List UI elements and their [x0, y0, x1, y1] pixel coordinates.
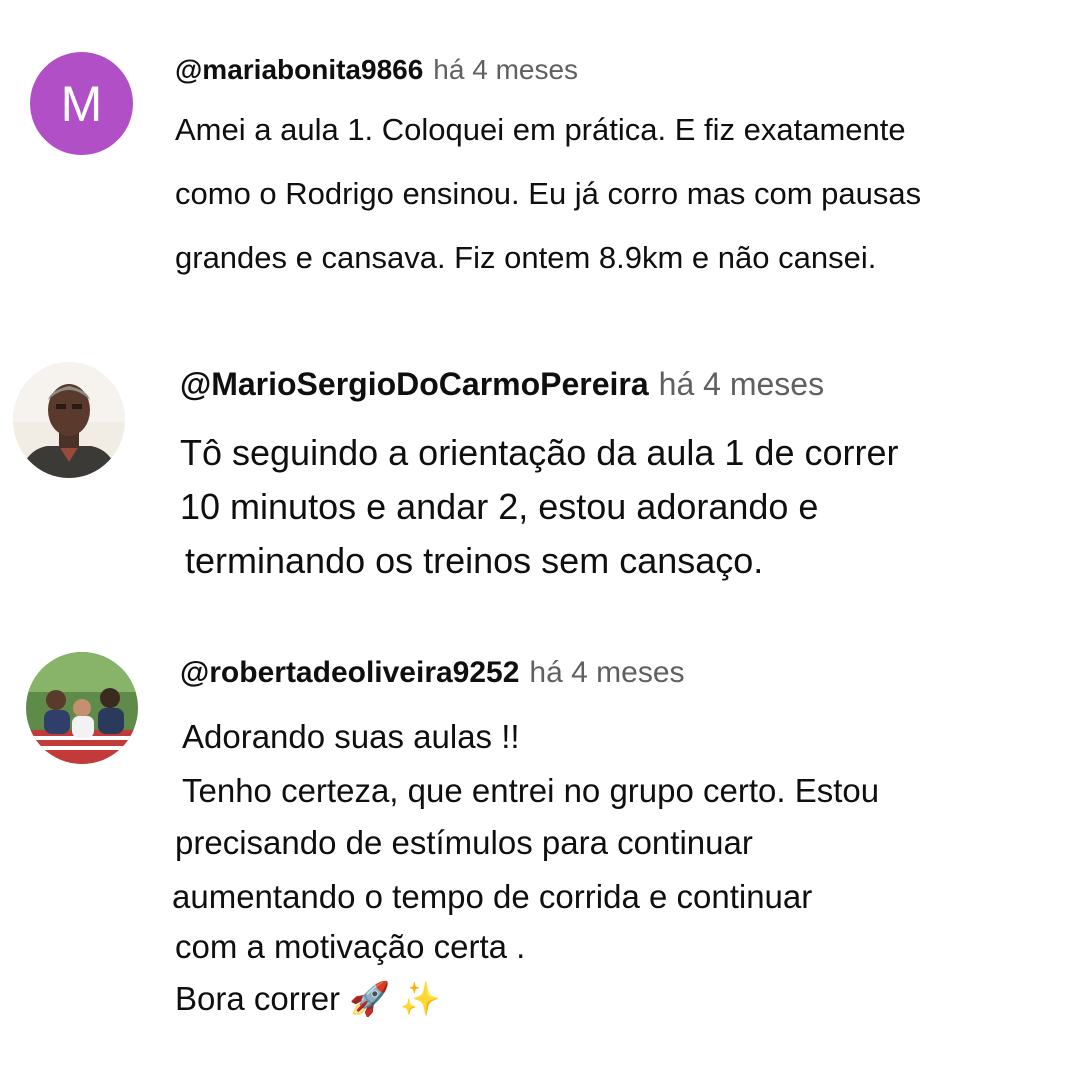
comment-text-line: precisando de estímulos para continuar	[175, 824, 753, 861]
comment-header: @MarioSergioDoCarmoPereira há 4 meses	[180, 366, 824, 403]
comment-text-line: Bora correr 🚀 ✨	[175, 980, 441, 1017]
avatar-photo	[13, 362, 125, 478]
comment-text-line: aumentando o tempo de corrida e continua…	[172, 878, 813, 915]
comment-header: @mariabonita9866 há 4 meses	[175, 54, 578, 86]
comment-text-line: 10 minutos e andar 2, estou adorando e	[180, 486, 819, 527]
comment-text-line: com a motivação certa .	[175, 928, 526, 965]
timestamp[interactable]: há 4 meses	[529, 656, 684, 689]
author-name[interactable]: @mariabonita9866	[175, 54, 423, 85]
comment-text-line: Tô seguindo a orientação da aula 1 de co…	[180, 432, 899, 473]
timestamp[interactable]: há 4 meses	[659, 366, 824, 402]
timestamp[interactable]: há 4 meses	[433, 54, 578, 85]
author-name[interactable]: @MarioSergioDoCarmoPereira	[180, 366, 649, 402]
comment-text-line: Amei a aula 1. Coloquei em prática. E fi…	[175, 112, 906, 147]
comment-text-line: terminando os treinos sem cansaço.	[185, 540, 764, 581]
comment-text-line: como o Rodrigo ensinou. Eu já corro mas …	[175, 176, 922, 211]
avatar[interactable]	[13, 362, 125, 478]
comment-text-line: Adorando suas aulas !!	[182, 718, 520, 755]
avatar-letter: M	[60, 75, 103, 132]
comment-header: @robertadeoliveira9252 há 4 meses	[180, 656, 685, 690]
avatar[interactable]: M	[30, 52, 133, 155]
author-name[interactable]: @robertadeoliveira9252	[180, 656, 519, 689]
avatar[interactable]	[26, 652, 138, 764]
comment-text-line: grandes e cansava. Fiz ontem 8.9km e não…	[175, 240, 877, 275]
avatar-photo	[26, 652, 138, 764]
comment-text-line: Tenho certeza, que entrei no grupo certo…	[182, 772, 880, 809]
